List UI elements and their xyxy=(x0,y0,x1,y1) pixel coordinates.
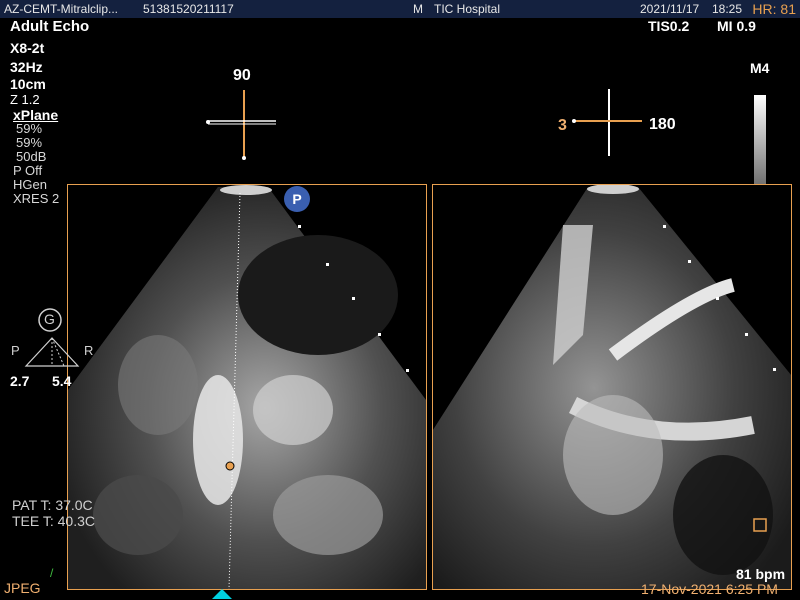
study-date: 2021/11/17 xyxy=(640,2,700,16)
xres-label: XRES 2 xyxy=(13,191,60,206)
tee-temperature: TEE T: 40.3C xyxy=(12,513,96,529)
frequency-label: HGen xyxy=(13,177,47,192)
tis-readout: TIS0.2 xyxy=(648,18,690,34)
right-image-panel[interactable] xyxy=(432,184,792,590)
left-plane-crosshair xyxy=(206,90,276,160)
left-plane-badge: P xyxy=(284,186,310,212)
footer-timestamp: 17-Nov-2021 6:25 PM xyxy=(641,581,778,597)
image-format: JPEG xyxy=(4,580,41,596)
left-image-panel[interactable] xyxy=(67,184,427,590)
zoom-label: Z 1.2 xyxy=(10,92,40,107)
orientation-right: R xyxy=(84,343,94,358)
study-time: 18:25 xyxy=(712,2,743,16)
top-status-bar: AZ-CEMT-Mitralclip... 51381520211117 M T… xyxy=(0,0,800,18)
ecg-trace-icon: / xyxy=(50,566,54,580)
marker-label: M xyxy=(413,2,423,16)
orientation-value-right: 5.4 xyxy=(52,373,72,389)
gain-primary: 59% xyxy=(16,121,43,136)
preset-label: Adult Echo xyxy=(10,18,90,35)
frame-rate: 32Hz xyxy=(10,59,43,75)
patient-temperature: PAT T: 37.0C xyxy=(12,497,93,513)
right-plane-crosshair xyxy=(572,89,642,156)
depth-label: 10cm xyxy=(10,76,46,92)
study-id: 51381520211117 xyxy=(143,2,234,16)
g-logo-letter: G xyxy=(44,311,55,327)
orientation-triangle-icon xyxy=(24,337,80,367)
left-sector-image xyxy=(68,185,426,589)
map-label: M4 xyxy=(750,60,770,76)
heart-rate-bpm: 81 bpm xyxy=(736,566,786,582)
left-plane-angle: 90 xyxy=(233,67,251,84)
sector-apex-marker xyxy=(212,589,232,599)
right-sector-image xyxy=(433,185,791,589)
probe-label: X8-2t xyxy=(10,40,45,56)
gain-secondary: 59% xyxy=(16,135,43,150)
dynamic-range: 50dB xyxy=(16,149,47,164)
hospital-name: TIC Hospital xyxy=(434,2,501,16)
orientation-left: P xyxy=(11,343,20,358)
study-name: AZ-CEMT-Mitralclip... xyxy=(4,2,118,16)
power-label: P Off xyxy=(13,163,43,178)
orientation-value-left: 2.7 xyxy=(10,373,30,389)
heart-rate-readout: HR: 81 xyxy=(752,1,796,17)
mi-readout: MI 0.9 xyxy=(717,18,756,34)
